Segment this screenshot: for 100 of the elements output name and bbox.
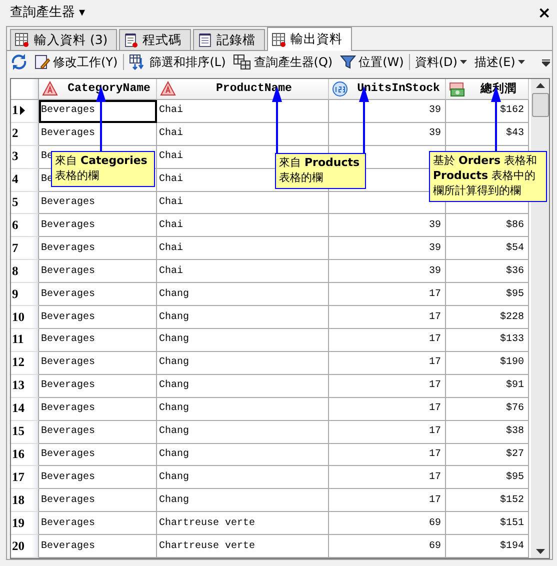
row-header[interactable]: 19 (11, 512, 39, 536)
text-column-icon (42, 80, 58, 97)
table-cell: Beverages (39, 444, 157, 466)
row-header[interactable]: 5 (11, 192, 39, 214)
row-header[interactable]: 6 (11, 214, 39, 238)
close-button[interactable]: × (538, 2, 551, 22)
row-header[interactable]: 20 (11, 535, 39, 558)
table-cell: $86 (446, 214, 529, 238)
table-cell: $95 (446, 466, 529, 490)
table-cell: $194 (446, 535, 529, 558)
tab[interactable]: 記錄檔 (192, 29, 265, 50)
row-header[interactable]: 15 (11, 420, 39, 444)
toolbar-overflow-icon[interactable] (542, 57, 550, 67)
table-cell: Chai (157, 237, 329, 260)
table-cell: 17 (329, 352, 446, 375)
table-cell: $54 (446, 237, 529, 260)
row-header[interactable]: 1 (11, 100, 39, 123)
table-cell: 39 (329, 214, 446, 238)
toolbar-button[interactable]: 修改工作(Y) (32, 54, 120, 70)
table-cell: $36 (446, 260, 529, 284)
toolbar-button[interactable] (9, 54, 29, 70)
table-cell: $95 (446, 283, 529, 306)
row-header[interactable]: 16 (11, 444, 39, 466)
scroll-down-icon[interactable] (536, 549, 544, 554)
row-header[interactable]: 2 (11, 122, 39, 146)
currency-column-icon (449, 80, 465, 97)
table-cell: 39 (329, 260, 446, 284)
table-cell: Beverages (39, 306, 157, 329)
callout-note: 基於 Orders 表格和 Products 表格中的 欄所計算得到的欄 (429, 151, 547, 202)
toolbar-button[interactable]: 位置(W) (338, 54, 406, 70)
table-cell: Chang (157, 466, 329, 490)
table-cell: Beverages (39, 283, 157, 306)
row-header[interactable]: 10 (11, 306, 39, 329)
table-cell: 39 (329, 122, 446, 146)
table-cell: $190 (446, 352, 529, 375)
table-cell: Beverages (39, 100, 157, 123)
table-cell: $76 (446, 398, 529, 421)
toolbar-menu[interactable]: 描述(E) (472, 54, 528, 70)
table-cell: Chang (157, 420, 329, 444)
grid-icon (232, 54, 251, 70)
row-header[interactable]: 7 (11, 237, 39, 260)
table-cell: 17 (329, 489, 446, 512)
row-header[interactable]: 17 (11, 466, 39, 490)
scroll-thumb[interactable] (532, 93, 548, 117)
row-header[interactable]: 4 (11, 168, 39, 192)
table-cell: 17 (329, 306, 446, 329)
table-cell: Chartreuse verte (157, 535, 329, 558)
table-cell: 17 (329, 374, 446, 398)
table-cell: $133 (446, 328, 529, 352)
edit-icon (34, 54, 50, 70)
table-icon (270, 32, 287, 48)
table-cell: Beverages (39, 328, 157, 352)
refresh-icon (11, 54, 27, 70)
table-cell: Chai (157, 260, 329, 284)
row-header[interactable]: 11 (11, 328, 39, 352)
row-header[interactable]: 13 (11, 374, 39, 398)
toolbar-menu[interactable]: 資料(D) (412, 54, 470, 70)
row-header[interactable]: 12 (11, 352, 39, 375)
row-header[interactable]: 9 (11, 283, 39, 306)
table-cell: Beverages (39, 192, 157, 214)
row-header[interactable]: 14 (11, 398, 39, 421)
table-cell: Chang (157, 398, 329, 421)
table-cell: Beverages (39, 122, 157, 146)
table-cell: Beverages (39, 214, 157, 238)
table-cell: Beverages (39, 237, 157, 260)
table-cell: Chartreuse verte (157, 512, 329, 536)
table-cell: Chai (157, 122, 329, 146)
table-cell: Beverages (39, 374, 157, 398)
tab[interactable]: 程式碼 (118, 29, 191, 50)
table-cell: Beverages (39, 466, 157, 490)
table-cell: 69 (329, 535, 446, 558)
tab[interactable]: 輸入資料 (3) (10, 29, 117, 50)
table-cell: Chang (157, 328, 329, 352)
table-cell: 39 (329, 237, 446, 260)
table-cell: Chai (157, 192, 329, 214)
callout-note: 來自 Categories 表格的欄 (51, 151, 155, 187)
row-header[interactable]: 18 (11, 489, 39, 512)
table-cell: Beverages (39, 398, 157, 421)
table-cell: Chai (157, 214, 329, 238)
table-cell: $91 (446, 374, 529, 398)
row-header[interactable]: 3 (11, 146, 39, 169)
tab[interactable]: 輸出資料 (266, 27, 352, 51)
table-cell: $38 (446, 420, 529, 444)
panel-menu-button[interactable]: ▾ (79, 5, 86, 19)
table-cell: $27 (446, 444, 529, 466)
table-cell: Beverages (39, 420, 157, 444)
table-cell: 69 (329, 512, 446, 536)
filter-icon (340, 54, 356, 70)
table-icon (14, 32, 30, 48)
table-cell: Beverages (39, 535, 157, 558)
table-cell: $152 (446, 489, 529, 512)
table-cell: 17 (329, 420, 446, 444)
toolbar-button[interactable]: 查詢產生器(Q) (230, 54, 335, 70)
table-cell: Chang (157, 352, 329, 375)
scroll-up-icon[interactable] (536, 83, 544, 88)
toolbar-button[interactable]: 篩選和排序(L) (126, 54, 228, 70)
row-header[interactable]: 8 (11, 260, 39, 284)
dropdown-arrow-icon (518, 60, 526, 64)
table-cell: Chang (157, 444, 329, 466)
table-cell: $151 (446, 512, 529, 536)
